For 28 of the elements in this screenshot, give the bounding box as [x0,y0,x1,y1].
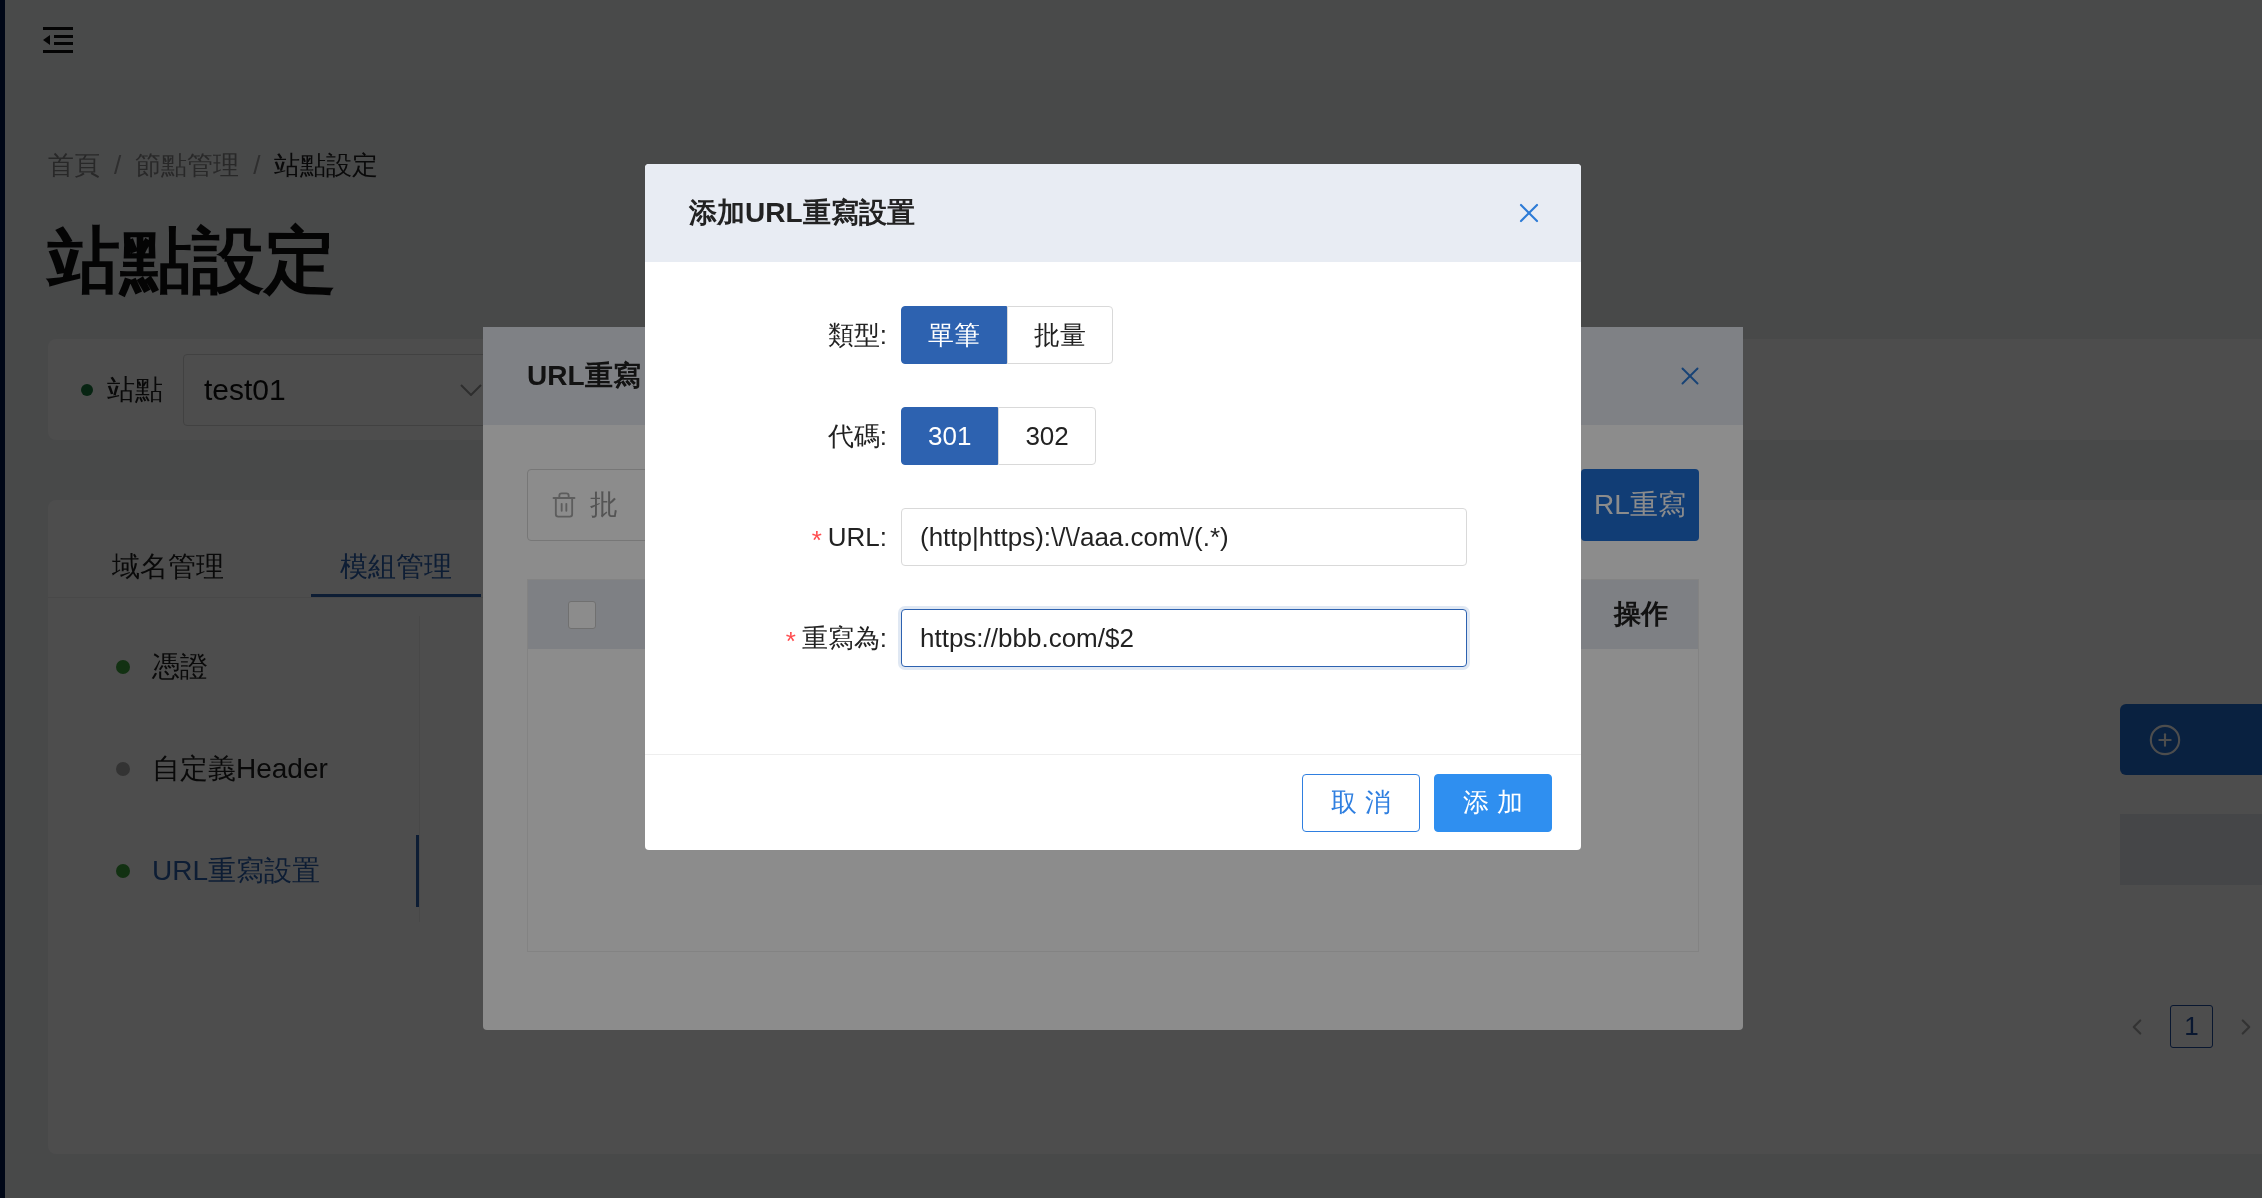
breadcrumb-separator: / [114,149,122,182]
text-input[interactable]: https://bbb.com/$2 [901,609,1467,667]
modal-title: URL重寫 [527,359,641,393]
module-item[interactable]: 憑證 [48,631,419,703]
breadcrumb-separator: / [253,149,261,182]
add-rewrite-button[interactable]: RL重寫 [1581,469,1699,541]
module-item[interactable]: URL重寫設置 [48,835,419,907]
segmented-option[interactable]: 單筆 [901,306,1007,364]
segmented-option[interactable]: 301 [901,407,999,465]
column-header: 操作 [1614,598,1668,632]
required-mark: * [785,625,796,654]
breadcrumb-item: 站點設定 [274,149,379,182]
add-button[interactable]: 添 加 [1434,773,1552,832]
page-title: 站點設定 [48,219,336,302]
field-label: URL: [827,520,887,554]
field-label: 類型: [827,318,887,352]
dialog-title: 添加URL重寫設置 [689,196,915,230]
field-label: 重寫為: [801,621,887,655]
page-button[interactable]: 1 [2170,1005,2213,1048]
segmented-option[interactable]: 批量 [1007,306,1113,364]
required-mark: * [811,524,822,553]
cancel-button[interactable]: 取 消 [1302,773,1420,832]
site-label: 站點 [107,372,163,407]
segmented-option[interactable]: 302 [998,407,1096,465]
tab[interactable]: 域名管理 [83,540,253,597]
field-label: 代碼: [827,419,887,453]
text-input[interactable]: (http|https):\/\/aaa.com\/(.*) [901,508,1467,566]
module-item[interactable]: 自定義Header [48,733,419,805]
